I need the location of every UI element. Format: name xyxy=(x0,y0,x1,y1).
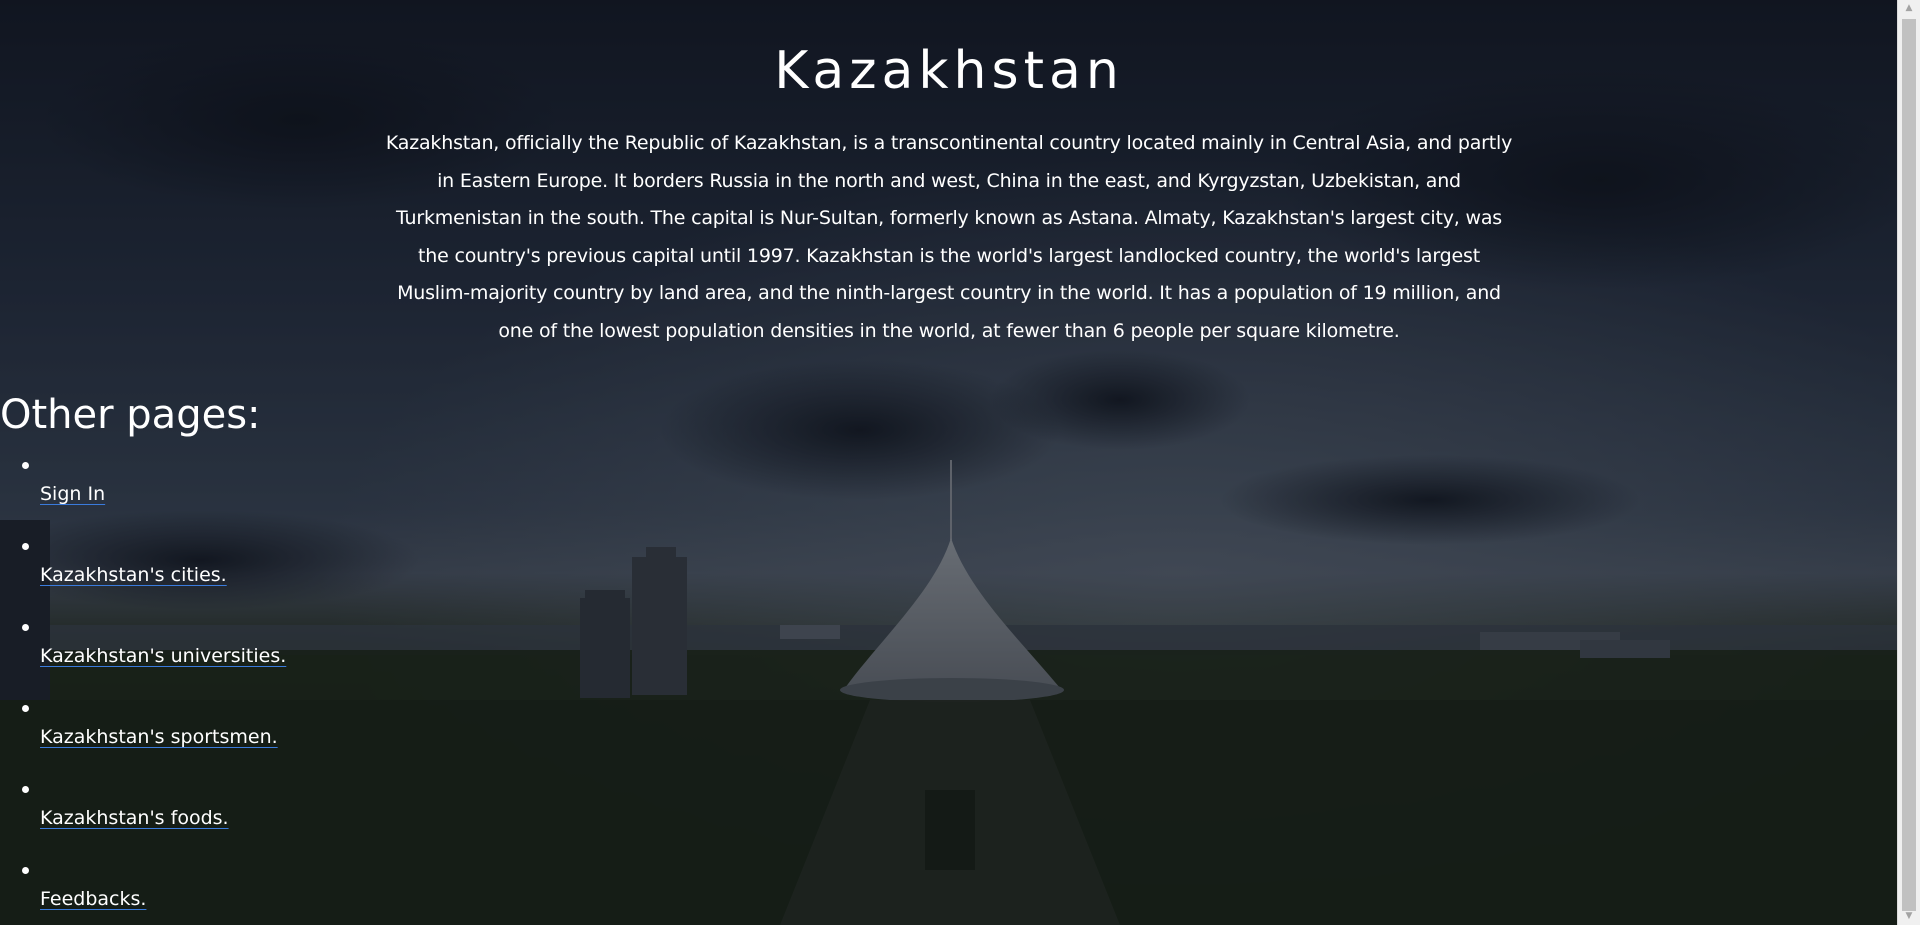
foods-link[interactable]: Kazakhstan's foods. xyxy=(40,805,229,831)
list-item: Sign In xyxy=(0,447,400,528)
bullet-icon xyxy=(22,705,29,712)
list-item: Kazakhstan's universities. xyxy=(0,609,400,690)
sportsmen-link[interactable]: Kazakhstan's sportsmen. xyxy=(40,724,278,750)
page-content: Kazakhstan Kazakhstan, officially the Re… xyxy=(0,0,1898,925)
scroll-up-arrow-icon[interactable]: ▲ xyxy=(1898,0,1920,17)
bullet-icon xyxy=(22,624,29,631)
sign-in-link[interactable]: Sign In xyxy=(40,481,105,507)
bullet-icon xyxy=(22,462,29,469)
feedbacks-link[interactable]: Feedbacks. xyxy=(40,886,146,912)
list-item: Kazakhstan's cities. xyxy=(0,528,400,609)
intro-paragraph: Kazakhstan, officially the Republic of K… xyxy=(385,132,1513,342)
vertical-scrollbar[interactable]: ▲ ▼ xyxy=(1897,0,1920,925)
cities-link[interactable]: Kazakhstan's cities. xyxy=(40,562,227,588)
other-pages-heading: Other pages: xyxy=(0,392,261,438)
other-pages-list: Sign In Kazakhstan's cities. Kazakhstan'… xyxy=(0,447,400,925)
bullet-icon xyxy=(22,867,29,874)
universities-link[interactable]: Kazakhstan's universities. xyxy=(40,643,286,669)
page-title: Kazakhstan xyxy=(774,41,1124,101)
list-item: Feedbacks. xyxy=(0,852,400,925)
bullet-icon xyxy=(22,786,29,793)
list-item: Kazakhstan's foods. xyxy=(0,771,400,852)
bullet-icon xyxy=(22,543,29,550)
scroll-down-arrow-icon[interactable]: ▼ xyxy=(1898,908,1920,925)
list-item: Kazakhstan's sportsmen. xyxy=(0,690,400,771)
scrollbar-thumb[interactable] xyxy=(1902,19,1916,911)
